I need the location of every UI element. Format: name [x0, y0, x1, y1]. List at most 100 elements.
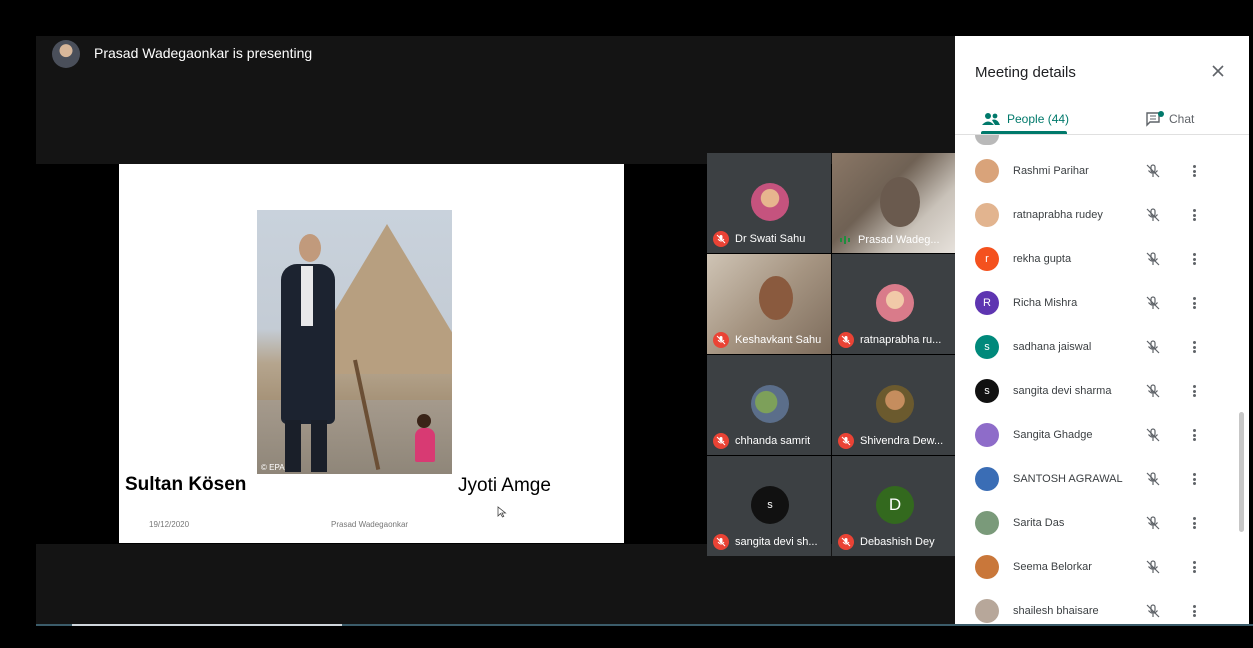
participant-avatar: [751, 385, 789, 423]
mic-off-icon: [838, 433, 854, 449]
presentation-progress-track: [36, 624, 1253, 626]
participant-name: Richa Mishra: [1013, 297, 1078, 309]
more-options-icon[interactable]: [1189, 251, 1199, 267]
mic-off-icon[interactable]: [1145, 383, 1161, 399]
video-tile[interactable]: Keshavkant Sahu: [707, 254, 831, 354]
participant-name: ratnaprabha ru...: [860, 334, 942, 346]
meeting-details-panel: Meeting details People (44) Chat Rashmi …: [955, 36, 1249, 626]
list-item[interactable]: Seema Belorkar: [955, 545, 1235, 589]
girl-figure: [415, 428, 435, 462]
mic-off-icon[interactable]: [1145, 515, 1161, 531]
video-tile[interactable]: ratnaprabha ru...: [832, 254, 956, 354]
tile-label: sangita devi sh...: [713, 534, 818, 550]
participant-name: sangita devi sharma: [1013, 385, 1112, 397]
list-item[interactable]: SANTOSH AGRAWAL: [955, 457, 1235, 501]
man-leg-right: [311, 420, 327, 472]
video-tile[interactable]: Prasad Wadeg...: [832, 153, 956, 253]
presenter-avatar: [52, 40, 80, 68]
mic-off-icon: [713, 332, 729, 348]
more-options-icon[interactable]: [1189, 207, 1199, 223]
participant-name: shailesh bhaisare: [1013, 605, 1099, 617]
list-item[interactable]: shailesh bhaisare: [955, 589, 1235, 625]
participant-name: rekha gupta: [1013, 253, 1072, 265]
scrollbar[interactable]: [1239, 412, 1244, 532]
slide-date: 19/12/2020: [149, 520, 190, 529]
participant-name: sangita devi sh...: [735, 536, 818, 548]
participant-name: Prasad Wadeg...: [858, 234, 940, 246]
participant-name: Sarita Das: [1013, 517, 1065, 529]
presenter-bar: Prasad Wadegaonkar is presenting: [36, 36, 956, 164]
mic-off-icon[interactable]: [1145, 163, 1161, 179]
more-options-icon[interactable]: [1189, 471, 1199, 487]
participant-name: Dr Swati Sahu: [735, 233, 806, 245]
participant-name: Rashmi Parihar: [1013, 165, 1089, 177]
slide-photo: © EPA: [257, 210, 452, 474]
more-options-icon[interactable]: [1189, 295, 1199, 311]
mic-off-icon[interactable]: [1145, 339, 1161, 355]
participant-avatar: [751, 183, 789, 221]
list-item[interactable]: r rekha gupta: [955, 237, 1235, 281]
video-tile[interactable]: chhanda samrit: [707, 355, 831, 455]
tile-label: ratnaprabha ru...: [838, 332, 941, 348]
people-list: Rashmi Parihar ratnaprabha rudey r rekha…: [955, 135, 1249, 625]
list-item[interactable]: ratnaprabha rudey: [955, 193, 1235, 237]
slide-label-right: Jyoti Amge: [458, 475, 551, 496]
chat-icon: [1146, 111, 1164, 127]
mic-off-icon: [838, 332, 854, 348]
list-item[interactable]: R Richa Mishra: [955, 281, 1235, 325]
more-options-icon[interactable]: [1189, 559, 1199, 575]
participant-name: Debashish Dey: [860, 536, 935, 548]
tile-label: chhanda samrit: [713, 433, 810, 449]
participant-avatar: R: [975, 291, 999, 315]
mic-off-icon[interactable]: [1145, 471, 1161, 487]
participant-face: [880, 177, 920, 227]
participant-name: Sangita Ghadge: [1013, 429, 1093, 441]
video-tile[interactable]: D Debashish Dey: [832, 456, 956, 556]
participant-avatar: [975, 159, 999, 183]
list-item[interactable]: s sangita devi sharma: [955, 369, 1235, 413]
mic-off-icon: [713, 231, 729, 247]
slide-label-left: Sultan Kösen: [125, 474, 247, 495]
bottom-bar: [36, 544, 956, 626]
close-icon[interactable]: [1207, 60, 1229, 82]
video-tile[interactable]: Dr Swati Sahu: [707, 153, 831, 253]
tab-chat[interactable]: Chat: [1145, 104, 1194, 134]
list-item[interactable]: s sadhana jaiswal: [955, 325, 1235, 369]
participant-avatar: D: [876, 486, 914, 524]
man-shirt: [301, 266, 313, 326]
man-leg-left: [285, 420, 301, 472]
participant-avatar: [975, 423, 999, 447]
mic-off-icon[interactable]: [1145, 603, 1161, 619]
mic-off-icon: [713, 433, 729, 449]
mic-off-icon: [838, 534, 854, 550]
tab-people[interactable]: People (44): [981, 104, 1101, 134]
more-options-icon[interactable]: [1189, 163, 1199, 179]
mic-off-icon[interactable]: [1145, 251, 1161, 267]
more-options-icon[interactable]: [1189, 603, 1199, 619]
partial-avatar: [975, 135, 999, 145]
tile-label: Debashish Dey: [838, 534, 935, 550]
participant-avatar: [975, 203, 999, 227]
mic-off-icon[interactable]: [1145, 295, 1161, 311]
mic-off-icon[interactable]: [1145, 427, 1161, 443]
presenter-status-text: Prasad Wadegaonkar is presenting: [94, 45, 313, 61]
participant-avatar: s: [975, 335, 999, 359]
participant-avatar: [876, 385, 914, 423]
tab-people-label: People (44): [1007, 112, 1070, 126]
list-item[interactable]: Sarita Das: [955, 501, 1235, 545]
video-tile[interactable]: Shivendra Dew...: [832, 355, 956, 455]
more-options-icon[interactable]: [1189, 515, 1199, 531]
list-item[interactable]: Rashmi Parihar: [955, 149, 1235, 193]
mic-off-icon[interactable]: [1145, 559, 1161, 575]
participant-avatar: s: [975, 379, 999, 403]
more-options-icon[interactable]: [1189, 427, 1199, 443]
mic-off-icon[interactable]: [1145, 207, 1161, 223]
participant-name: Seema Belorkar: [1013, 561, 1092, 573]
participant-avatar: [975, 555, 999, 579]
more-options-icon[interactable]: [1189, 339, 1199, 355]
list-item[interactable]: Sangita Ghadge: [955, 413, 1235, 457]
man-head: [299, 234, 321, 262]
people-icon: [982, 113, 1000, 125]
video-tile[interactable]: s sangita devi sh...: [707, 456, 831, 556]
more-options-icon[interactable]: [1189, 383, 1199, 399]
